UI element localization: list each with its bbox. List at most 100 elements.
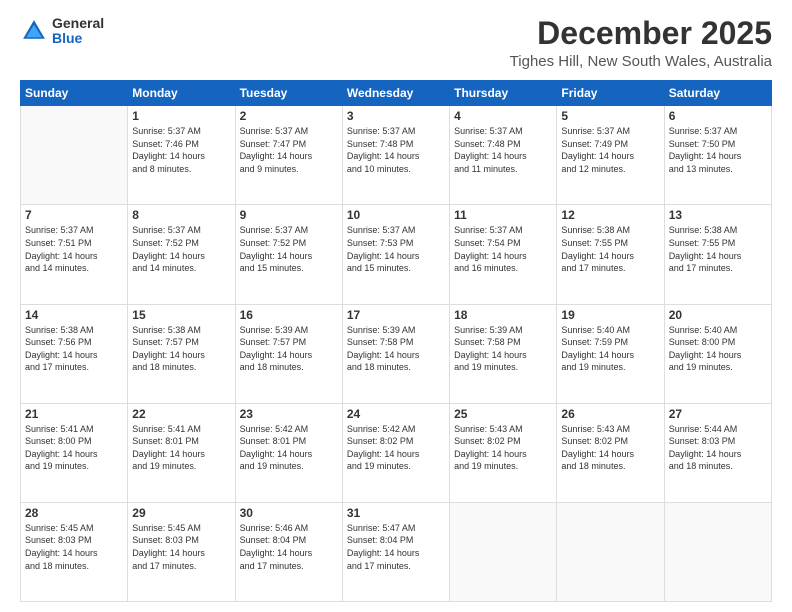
day-number: 1	[132, 109, 230, 123]
day-number: 9	[240, 208, 338, 222]
calendar-cell: 18Sunrise: 5:39 AM Sunset: 7:58 PM Dayli…	[450, 304, 557, 403]
location-title: Tighes Hill, New South Wales, Australia	[510, 53, 772, 70]
calendar-cell	[450, 502, 557, 601]
day-number: 17	[347, 308, 445, 322]
day-number: 12	[561, 208, 659, 222]
calendar-cell: 27Sunrise: 5:44 AM Sunset: 8:03 PM Dayli…	[664, 403, 771, 502]
col-wednesday: Wednesday	[342, 81, 449, 106]
day-info: Sunrise: 5:38 AM Sunset: 7:55 PM Dayligh…	[669, 224, 767, 274]
logo-icon	[20, 17, 48, 45]
day-info: Sunrise: 5:37 AM Sunset: 7:47 PM Dayligh…	[240, 125, 338, 175]
day-info: Sunrise: 5:37 AM Sunset: 7:49 PM Dayligh…	[561, 125, 659, 175]
calendar-table: Sunday Monday Tuesday Wednesday Thursday…	[20, 80, 772, 602]
day-number: 15	[132, 308, 230, 322]
calendar-cell: 1 Sunrise: 5:37 AM Sunset: 7:46 PM Daylig…	[128, 106, 235, 205]
calendar-cell: 21 Sunrise: 5:41 AM Sunset: 8:00 PM Dayli…	[21, 403, 128, 502]
day-number: 25	[454, 407, 552, 421]
day-info: Sunrise: 5:42 AM Sunset: 8:02 PM Dayligh…	[347, 423, 445, 473]
day-info: Sunrise: 5:38 AM Sunset: 7:55 PM Dayligh…	[561, 224, 659, 274]
col-sunday: Sunday	[21, 81, 128, 106]
calendar-cell: 16 Sunrise: 5:39 AM Sunset: 7:57 PM Dayli…	[235, 304, 342, 403]
day-info: Sunrise: 5:37 AM Sunset: 7:52 PM Dayligh…	[132, 224, 230, 274]
day-info: Sunrise: 5:38 AM Sunset: 7:56 PM Dayligh…	[25, 324, 123, 374]
day-info: Sunrise: 5:43 AM Sunset: 8:02 PM Dayligh…	[454, 423, 552, 473]
calendar-cell: 6 Sunrise: 5:37 AM Sunset: 7:50 PM Daylig…	[664, 106, 771, 205]
day-info: Sunrise: 5:38 AM Sunset: 7:57 PM Dayligh…	[132, 324, 230, 374]
day-number: 18	[454, 308, 552, 322]
day-number: 26	[561, 407, 659, 421]
day-info: Sunrise: 5:41 AM Sunset: 8:01 PM Dayligh…	[132, 423, 230, 473]
day-info: Sunrise: 5:37 AM Sunset: 7:46 PM Dayligh…	[132, 125, 230, 175]
day-info: Sunrise: 5:37 AM Sunset: 7:54 PM Dayligh…	[454, 224, 552, 274]
calendar-cell: 28 Sunrise: 5:45 AM Sunset: 8:03 PM Dayli…	[21, 502, 128, 601]
col-friday: Friday	[557, 81, 664, 106]
calendar-cell: 20Sunrise: 5:40 AM Sunset: 8:00 PM Dayli…	[664, 304, 771, 403]
day-number: 19	[561, 308, 659, 322]
day-number: 3	[347, 109, 445, 123]
day-info: Sunrise: 5:37 AM Sunset: 7:51 PM Dayligh…	[25, 224, 123, 274]
calendar-cell: 14 Sunrise: 5:38 AM Sunset: 7:56 PM Dayli…	[21, 304, 128, 403]
calendar-cell: 5Sunrise: 5:37 AM Sunset: 7:49 PM Daylig…	[557, 106, 664, 205]
header: General Blue December 2025 Tighes Hill, …	[20, 16, 772, 70]
day-number: 27	[669, 407, 767, 421]
calendar-cell: 3 Sunrise: 5:37 AM Sunset: 7:48 PM Daylig…	[342, 106, 449, 205]
col-tuesday: Tuesday	[235, 81, 342, 106]
day-number: 28	[25, 506, 123, 520]
month-title: December 2025	[510, 16, 772, 51]
day-info: Sunrise: 5:39 AM Sunset: 7:57 PM Dayligh…	[240, 324, 338, 374]
day-info: Sunrise: 5:37 AM Sunset: 7:50 PM Dayligh…	[669, 125, 767, 175]
day-number: 2	[240, 109, 338, 123]
calendar-cell: 26 Sunrise: 5:43 AM Sunset: 8:02 PM Dayli…	[557, 403, 664, 502]
day-number: 21	[25, 407, 123, 421]
logo: General Blue	[20, 16, 104, 47]
calendar-week-1: 7 Sunrise: 5:37 AM Sunset: 7:51 PM Daylig…	[21, 205, 772, 304]
day-number: 22	[132, 407, 230, 421]
calendar-cell: 12 Sunrise: 5:38 AM Sunset: 7:55 PM Dayli…	[557, 205, 664, 304]
calendar-cell: 2 Sunrise: 5:37 AM Sunset: 7:47 PM Daylig…	[235, 106, 342, 205]
day-info: Sunrise: 5:43 AM Sunset: 8:02 PM Dayligh…	[561, 423, 659, 473]
col-thursday: Thursday	[450, 81, 557, 106]
calendar-cell: 25 Sunrise: 5:43 AM Sunset: 8:02 PM Dayli…	[450, 403, 557, 502]
calendar-cell: 23Sunrise: 5:42 AM Sunset: 8:01 PM Dayli…	[235, 403, 342, 502]
day-info: Sunrise: 5:37 AM Sunset: 7:48 PM Dayligh…	[347, 125, 445, 175]
day-info: Sunrise: 5:37 AM Sunset: 7:53 PM Dayligh…	[347, 224, 445, 274]
day-number: 24	[347, 407, 445, 421]
calendar-cell	[664, 502, 771, 601]
calendar-cell: 10 Sunrise: 5:37 AM Sunset: 7:53 PM Dayli…	[342, 205, 449, 304]
day-number: 7	[25, 208, 123, 222]
day-number: 4	[454, 109, 552, 123]
day-info: Sunrise: 5:41 AM Sunset: 8:00 PM Dayligh…	[25, 423, 123, 473]
calendar-cell: 8 Sunrise: 5:37 AM Sunset: 7:52 PM Daylig…	[128, 205, 235, 304]
calendar-header-row: Sunday Monday Tuesday Wednesday Thursday…	[21, 81, 772, 106]
day-number: 11	[454, 208, 552, 222]
calendar-cell: 31 Sunrise: 5:47 AM Sunset: 8:04 PM Dayli…	[342, 502, 449, 601]
calendar-cell: 15 Sunrise: 5:38 AM Sunset: 7:57 PM Dayli…	[128, 304, 235, 403]
calendar-cell: 22 Sunrise: 5:41 AM Sunset: 8:01 PM Dayli…	[128, 403, 235, 502]
day-number: 6	[669, 109, 767, 123]
col-saturday: Saturday	[664, 81, 771, 106]
day-number: 14	[25, 308, 123, 322]
logo-text: General Blue	[52, 16, 104, 47]
day-info: Sunrise: 5:47 AM Sunset: 8:04 PM Dayligh…	[347, 522, 445, 572]
day-number: 8	[132, 208, 230, 222]
day-info: Sunrise: 5:39 AM Sunset: 7:58 PM Dayligh…	[347, 324, 445, 374]
day-number: 31	[347, 506, 445, 520]
day-info: Sunrise: 5:45 AM Sunset: 8:03 PM Dayligh…	[132, 522, 230, 572]
day-info: Sunrise: 5:45 AM Sunset: 8:03 PM Dayligh…	[25, 522, 123, 572]
day-info: Sunrise: 5:40 AM Sunset: 7:59 PM Dayligh…	[561, 324, 659, 374]
calendar-cell: 24 Sunrise: 5:42 AM Sunset: 8:02 PM Dayli…	[342, 403, 449, 502]
calendar-cell: 9 Sunrise: 5:37 AM Sunset: 7:52 PM Daylig…	[235, 205, 342, 304]
calendar-cell: 30Sunrise: 5:46 AM Sunset: 8:04 PM Dayli…	[235, 502, 342, 601]
col-monday: Monday	[128, 81, 235, 106]
day-info: Sunrise: 5:46 AM Sunset: 8:04 PM Dayligh…	[240, 522, 338, 572]
day-number: 23	[240, 407, 338, 421]
day-info: Sunrise: 5:37 AM Sunset: 7:48 PM Dayligh…	[454, 125, 552, 175]
calendar-cell: 13Sunrise: 5:38 AM Sunset: 7:55 PM Dayli…	[664, 205, 771, 304]
title-block: December 2025 Tighes Hill, New South Wal…	[510, 16, 772, 70]
calendar-week-2: 14 Sunrise: 5:38 AM Sunset: 7:56 PM Dayli…	[21, 304, 772, 403]
day-info: Sunrise: 5:40 AM Sunset: 8:00 PM Dayligh…	[669, 324, 767, 374]
day-number: 10	[347, 208, 445, 222]
calendar-week-3: 21 Sunrise: 5:41 AM Sunset: 8:00 PM Dayli…	[21, 403, 772, 502]
day-info: Sunrise: 5:37 AM Sunset: 7:52 PM Dayligh…	[240, 224, 338, 274]
day-number: 16	[240, 308, 338, 322]
